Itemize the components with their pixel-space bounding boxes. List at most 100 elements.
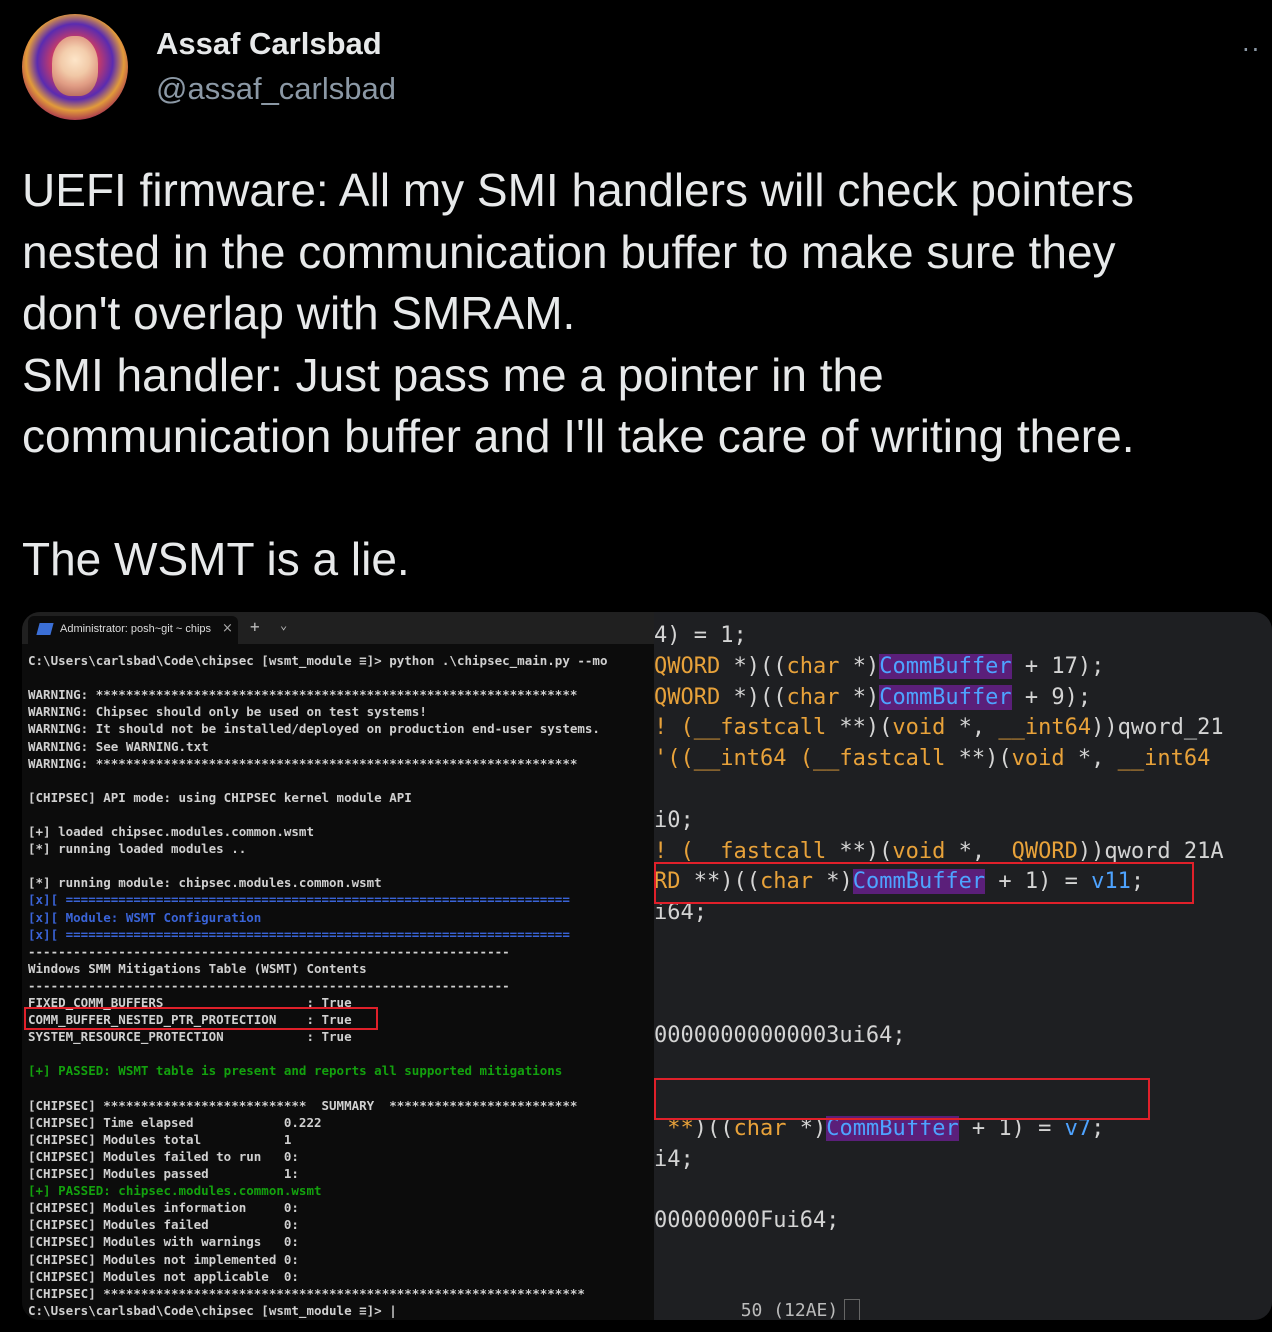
terminal-line: Windows SMM Mitigations Table (WSMT) Con…: [28, 960, 367, 976]
code-token: i0;: [654, 807, 694, 833]
plus-icon: +: [250, 617, 260, 636]
code-token: QWORD: [654, 653, 721, 679]
terminal-line: C:\Users\carlsbad\Code\chipsec [wsmt_mod…: [28, 1302, 397, 1318]
code-line: i0;: [654, 805, 694, 836]
author-handle[interactable]: @assaf_carlsbad: [156, 71, 396, 107]
code-line: ! (__fastcall **)(void *, __int64))qword…: [654, 712, 1224, 743]
tweet-text-line: nested in the communication buffer to ma…: [22, 225, 1116, 278]
terminal-line: [CHIPSEC] API mode: using CHIPSEC kernel…: [28, 789, 412, 805]
decompiler-screenshot: 4) = 1; QWORD *)((char *)CommBuffer + 17)…: [654, 612, 1272, 1320]
code-token: '((__int64 (__fastcall: [654, 746, 946, 772]
terminal-line: [x][ ===================================…: [28, 926, 570, 942]
close-icon: ×: [222, 621, 233, 636]
code-line: 00000000Fui64;: [654, 1205, 839, 1236]
code-token: **)(: [826, 838, 893, 864]
code-token: char: [786, 653, 840, 679]
terminal-line: [CHIPSEC] Modules passed 1:: [28, 1166, 299, 1181]
code-token: ! ( fastcall: [654, 838, 827, 864]
tweet-media[interactable]: Administrator: posh~git ~ chips × + ⌄ C:…: [22, 612, 1272, 1320]
terminal-line: C:\Users\carlsbad\Code\chipsec [wsmt_mod…: [28, 653, 608, 668]
status-box: [844, 1299, 861, 1320]
code-token: void: [892, 838, 946, 864]
highlight-box: [654, 862, 1194, 904]
terminal-tab: Administrator: posh~git ~ chips ×: [28, 616, 238, 644]
terminal-line: [CHIPSEC] Modules total 1: [28, 1131, 292, 1147]
terminal-line: [+] PASSED: chipsec.modules.common.wsmt: [28, 1183, 322, 1199]
terminal-line: ----------------------------------------…: [28, 977, 510, 993]
code-line: QWORD *)((char *)CommBuffer + 9);: [654, 682, 1091, 713]
code-token: **)(: [945, 746, 1012, 772]
code-token: 4) = 1;: [654, 623, 747, 648]
terminal-line: WARNING: *******************************…: [28, 755, 578, 771]
highlight-box: [654, 1078, 1150, 1120]
avatar-face: [52, 36, 98, 96]
chevron-down-icon: ⌄: [280, 618, 288, 632]
code-token: QWORD: [1011, 838, 1078, 864]
code-token: 00000000Fui64;: [654, 1208, 840, 1234]
tweet-text-line: [22, 468, 1272, 530]
terminal-line: [x][ ===================================…: [28, 892, 570, 908]
highlight-box: [24, 1007, 378, 1030]
tweet-text-line: SMI handler: Just pass me a pointer in t…: [22, 348, 884, 401]
code-token: __int64: [1117, 746, 1211, 772]
ellipsis-icon[interactable]: ··: [1242, 36, 1261, 64]
code-token: ))qword_21: [1091, 715, 1224, 741]
code-line: i4;: [654, 1144, 694, 1175]
status-text: 50 (12AE): [740, 1300, 839, 1320]
terminal-line: [CHIPSEC] Modules not implemented 0:: [28, 1251, 299, 1267]
status-bar: 50 (12AE): [654, 1278, 861, 1320]
powershell-icon: [36, 623, 54, 635]
code-token: void: [892, 715, 946, 741]
code-token: ! (__fastcall: [654, 715, 827, 741]
terminal-line: SYSTEM_RESOURCE_PROTECTION : True: [28, 1029, 352, 1045]
code-token: 00000000000003ui64;: [654, 1023, 906, 1049]
tweet-text-line: don't overlap with SMRAM.: [22, 287, 576, 339]
code-token: *,: [1064, 746, 1118, 772]
code-token: CommBuffer: [879, 684, 1012, 710]
code-token: i4;: [654, 1146, 694, 1172]
code-line: '((__int64 (__fastcall **)(void *, __int…: [654, 743, 1210, 774]
code-token: __int64: [998, 715, 1092, 741]
terminal-tab-bar: Administrator: posh~git ~ chips × + ⌄: [22, 612, 654, 644]
terminal-line: WARNING: *******************************…: [28, 687, 578, 703]
terminal-line: [CHIPSEC] Modules failed 0:: [28, 1217, 299, 1233]
terminal-line: [+] loaded chipsec.modules.common.wsmt: [28, 824, 314, 839]
terminal-line: [CHIPSEC] Modules not applicable 0:: [28, 1268, 299, 1284]
code-line: 4) = 1;: [654, 620, 747, 651]
tweet-text: UEFI firmware: All my SMI handlers will …: [22, 160, 1272, 591]
terminal-tab-title: Administrator: posh~git ~ chips: [60, 623, 212, 635]
terminal-line: [CHIPSEC] Modules failed to run 0:: [28, 1148, 299, 1164]
code-token: *)((: [720, 684, 787, 710]
terminal-line: ----------------------------------------…: [28, 943, 510, 959]
code-token: void: [1011, 746, 1065, 772]
terminal-line: [CHIPSEC] Modules with warnings 0:: [28, 1234, 299, 1250]
tweet-text-line: communication buffer and I'll take care …: [22, 410, 1135, 462]
code-token: *,: [945, 838, 1012, 864]
tweet-card: Assaf Carlsbad @assaf_carlsbad ·· UEFI f…: [0, 0, 1272, 1332]
code-token: *): [839, 684, 880, 710]
author-name[interactable]: Assaf Carlsbad: [156, 26, 382, 62]
terminal-line: [*] running loaded modules ..: [28, 841, 247, 857]
avatar[interactable]: [22, 14, 128, 120]
terminal-line: [*] running module: chipsec.modules.comm…: [28, 875, 382, 891]
code-token: **)(: [826, 715, 893, 741]
code-token: char: [786, 684, 840, 710]
terminal-line: [+] PASSED: WSMT table is present and re…: [28, 1063, 563, 1079]
terminal-line: [CHIPSEC] Time elapsed 0.222: [28, 1114, 322, 1130]
terminal-line: WARNING: See WARNING.txt: [28, 738, 209, 754]
terminal-screenshot: Administrator: posh~git ~ chips × + ⌄ C:…: [22, 612, 654, 1320]
code-token: *,: [945, 715, 999, 741]
tweet-text-line: The WSMT is a lie.: [22, 533, 410, 585]
terminal-line: [CHIPSEC] Modules information 0:: [28, 1200, 299, 1216]
terminal-line: WARNING: Chipsec should only be used on …: [28, 704, 427, 720]
tweet-text-line: UEFI firmware: All my SMI handlers will …: [22, 164, 1134, 216]
code-token: QWORD: [654, 684, 721, 710]
code-line: QWORD *)((char *)CommBuffer + 17);: [654, 651, 1104, 682]
code-token: ))qword_21A: [1077, 838, 1224, 864]
terminal-line: WARNING: It should not be installed/depl…: [28, 721, 600, 737]
terminal-line: [CHIPSEC] ******************************…: [28, 1285, 585, 1301]
code-token: *): [839, 653, 880, 679]
code-token: + 9);: [1011, 684, 1092, 710]
code-token: *)((: [720, 653, 787, 679]
terminal-line: [CHIPSEC] *************************** SU…: [28, 1097, 578, 1113]
